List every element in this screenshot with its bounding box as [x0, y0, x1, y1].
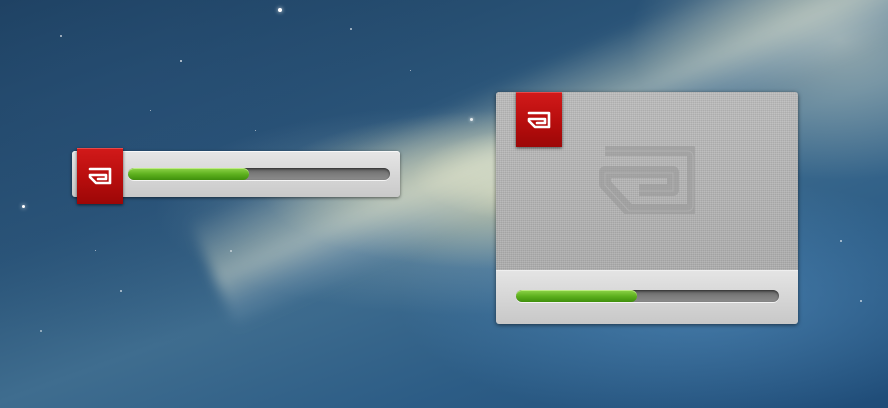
app-logo-icon — [88, 167, 112, 185]
progress-footer — [496, 270, 798, 324]
app-logo-icon — [527, 111, 551, 128]
app-logo-watermark-icon — [599, 146, 695, 214]
star — [95, 250, 96, 251]
progress-fill — [516, 290, 637, 302]
star — [255, 130, 256, 131]
preview-panel — [496, 92, 798, 270]
star — [840, 240, 842, 242]
star — [230, 250, 232, 252]
star — [350, 28, 352, 30]
app-logo-badge[interactable] — [516, 92, 562, 147]
star — [180, 60, 182, 62]
star — [120, 290, 122, 292]
progress-widget-small — [72, 148, 400, 204]
progress-bar — [128, 168, 390, 180]
star — [278, 8, 282, 12]
star — [40, 330, 42, 332]
star — [860, 300, 862, 302]
app-logo-badge[interactable] — [77, 148, 123, 204]
progress-bar — [516, 290, 779, 302]
star — [410, 70, 411, 71]
star — [22, 205, 25, 208]
desktop-wallpaper — [0, 0, 888, 408]
progress-widget-large — [496, 92, 798, 324]
progress-fill — [128, 168, 249, 180]
star — [470, 118, 473, 121]
star — [150, 110, 151, 111]
star — [60, 35, 62, 37]
